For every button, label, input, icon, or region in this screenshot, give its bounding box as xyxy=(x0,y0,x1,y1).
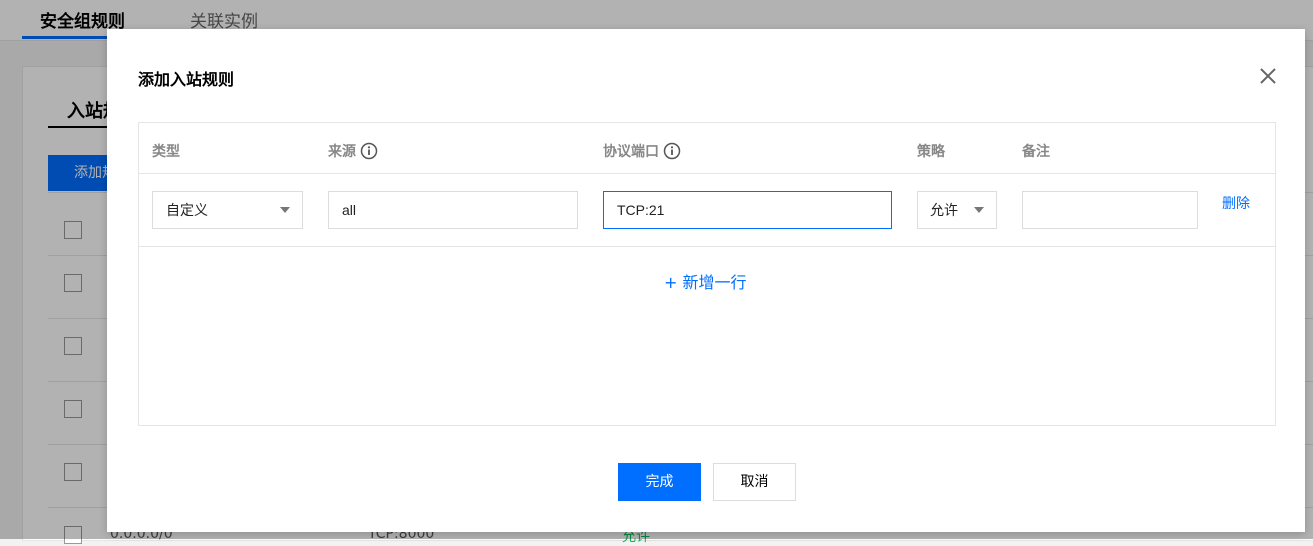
port-input[interactable] xyxy=(603,191,892,229)
header-divider xyxy=(139,173,1275,174)
rules-edit-table: 类型 来源 协议端口 策略 备注 自定义 all TCP:21 允许 删除 + … xyxy=(138,122,1276,426)
dropdown-arrow-icon xyxy=(280,207,290,213)
header-type-label: 类型 xyxy=(152,144,180,160)
confirm-button[interactable]: 完成 xyxy=(618,463,701,501)
header-source: 来源 xyxy=(328,141,378,161)
add-inbound-rule-dialog: 添加入站规则 类型 来源 协议端口 策略 备注 自定义 all TCP:21 允… xyxy=(107,29,1305,532)
dialog-title: 添加入站规则 xyxy=(138,70,235,89)
header-port-label: 协议端口 xyxy=(603,144,659,160)
close-icon[interactable] xyxy=(1257,65,1279,87)
header-remark-label: 备注 xyxy=(1022,144,1050,160)
info-icon[interactable] xyxy=(360,142,378,160)
add-row-link[interactable]: + 新增一行 xyxy=(664,269,747,293)
remark-input[interactable] xyxy=(1022,191,1198,229)
type-select[interactable]: 自定义 xyxy=(152,191,303,229)
delete-row-link[interactable]: 删除 xyxy=(1222,193,1250,213)
dropdown-arrow-icon xyxy=(974,207,984,213)
header-source-label: 来源 xyxy=(328,144,356,160)
header-policy-label: 策略 xyxy=(917,144,945,160)
source-input[interactable] xyxy=(328,191,578,229)
row-divider xyxy=(139,246,1275,247)
policy-select-value: 允许 xyxy=(930,203,958,219)
header-remark: 备注 xyxy=(1022,141,1050,161)
header-type: 类型 xyxy=(152,141,180,161)
cancel-button[interactable]: 取消 xyxy=(713,463,796,501)
policy-select[interactable]: 允许 xyxy=(917,191,997,229)
header-policy: 策略 xyxy=(917,141,945,161)
type-select-value: 自定义 xyxy=(166,203,208,219)
info-icon[interactable] xyxy=(663,142,681,160)
header-port: 协议端口 xyxy=(603,141,681,161)
